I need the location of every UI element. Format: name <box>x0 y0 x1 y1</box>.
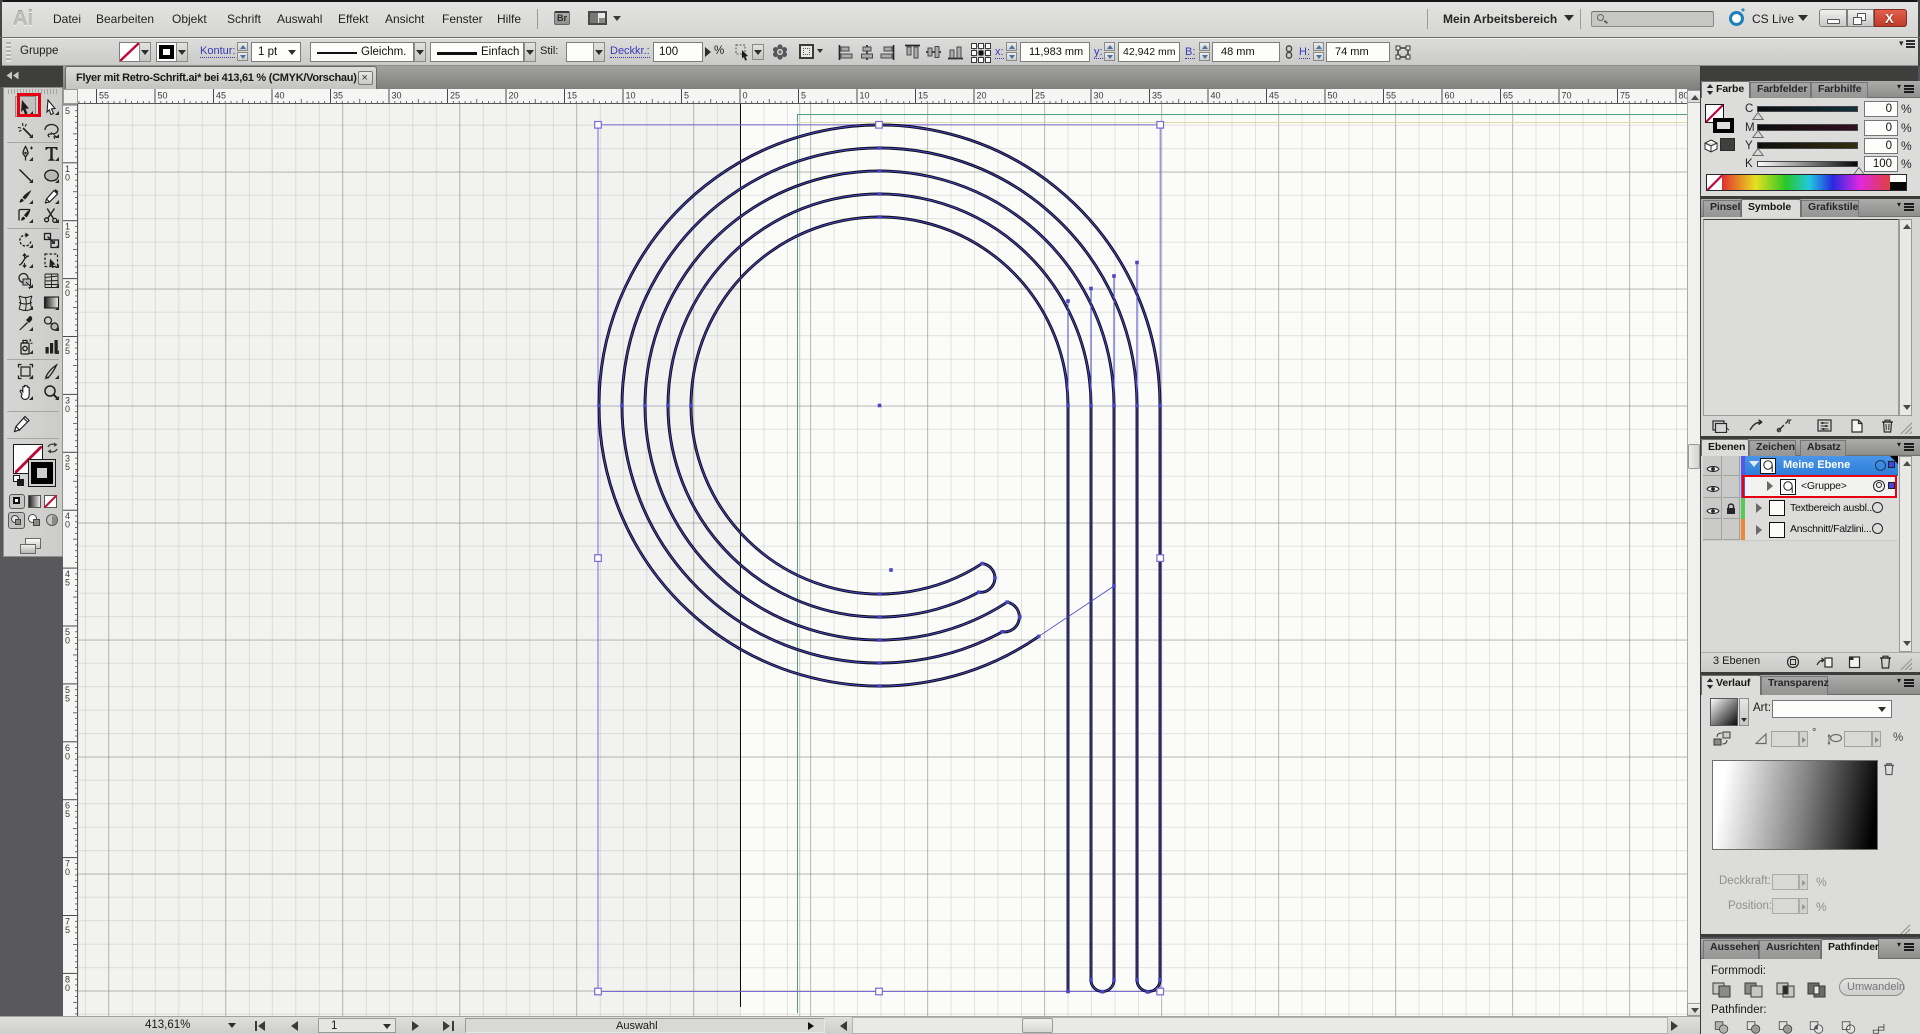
svg-text:60: 60 <box>1445 91 1455 101</box>
svg-text:20: 20 <box>977 91 987 101</box>
svg-text:15: 15 <box>918 91 928 101</box>
svg-text:45: 45 <box>216 91 226 101</box>
svg-text:5: 5 <box>65 462 70 472</box>
svg-text:0: 0 <box>65 867 70 877</box>
svg-text:5: 5 <box>65 230 70 240</box>
svg-text:10: 10 <box>860 91 870 101</box>
svg-text:20: 20 <box>509 91 519 101</box>
svg-text:0: 0 <box>65 520 70 530</box>
svg-text:0: 0 <box>65 751 70 761</box>
svg-text:0: 0 <box>65 636 70 646</box>
svg-text:35: 35 <box>333 91 343 101</box>
svg-text:0: 0 <box>65 172 70 182</box>
svg-text:0: 0 <box>65 404 70 414</box>
svg-text:5: 5 <box>65 925 70 935</box>
svg-text:15: 15 <box>567 91 577 101</box>
svg-text:50: 50 <box>1328 91 1338 101</box>
svg-text:25: 25 <box>1035 91 1045 101</box>
svg-text:5: 5 <box>684 91 689 101</box>
svg-text:25: 25 <box>450 91 460 101</box>
svg-text:5: 5 <box>65 106 70 116</box>
svg-text:65: 65 <box>1503 91 1513 101</box>
svg-text:5: 5 <box>65 809 70 819</box>
svg-text:30: 30 <box>392 91 402 101</box>
svg-text:10: 10 <box>626 91 636 101</box>
svg-text:30: 30 <box>1094 91 1104 101</box>
svg-text:0: 0 <box>65 983 70 993</box>
svg-text:40: 40 <box>1211 91 1221 101</box>
svg-text:55: 55 <box>99 91 109 101</box>
svg-text:75: 75 <box>1620 91 1630 101</box>
svg-text:45: 45 <box>1269 91 1279 101</box>
svg-text:5: 5 <box>65 346 70 356</box>
svg-text:70: 70 <box>1562 91 1572 101</box>
svg-text:55: 55 <box>1386 91 1396 101</box>
svg-text:40: 40 <box>275 91 285 101</box>
svg-text:5: 5 <box>801 91 806 101</box>
svg-text:0: 0 <box>743 91 748 101</box>
svg-text:0: 0 <box>65 288 70 298</box>
svg-text:5: 5 <box>65 693 70 703</box>
svg-text:35: 35 <box>1152 91 1162 101</box>
svg-text:5: 5 <box>65 578 70 588</box>
svg-text:80: 80 <box>1679 91 1688 101</box>
svg-text:50: 50 <box>158 91 168 101</box>
